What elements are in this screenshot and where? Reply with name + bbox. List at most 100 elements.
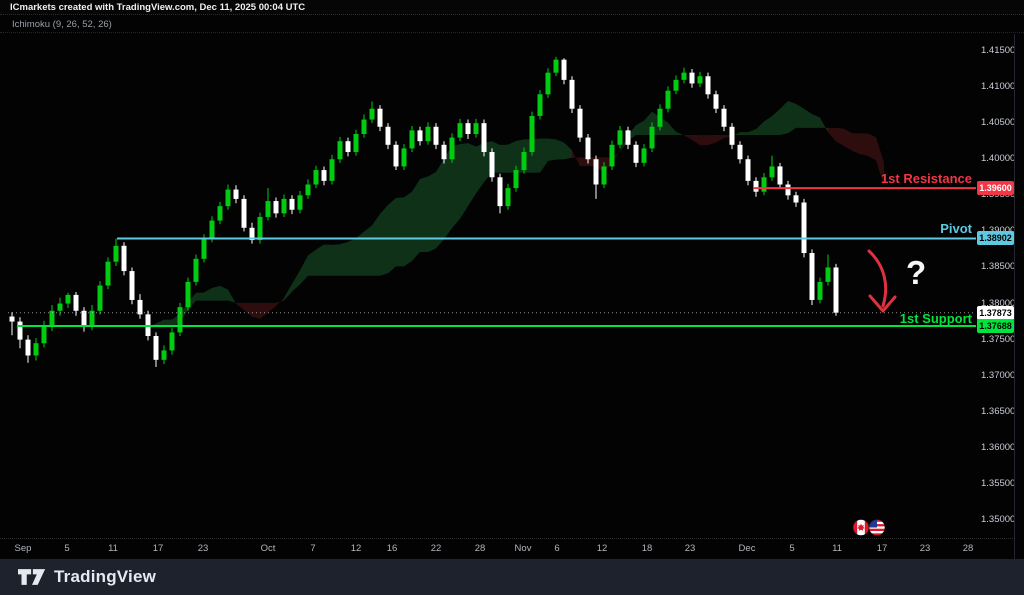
candle-body bbox=[618, 130, 623, 144]
chart-canvas[interactable] bbox=[0, 0, 1024, 595]
time-tick-label: 5 bbox=[778, 543, 806, 554]
cloud-segment bbox=[684, 135, 692, 140]
cloud-segment bbox=[220, 286, 228, 301]
candle-body bbox=[74, 295, 79, 311]
cloud-segment bbox=[244, 303, 252, 317]
candle-body bbox=[714, 94, 719, 108]
us-flag-icon bbox=[869, 520, 885, 536]
cloud-segment bbox=[564, 143, 572, 160]
candle-body bbox=[490, 152, 495, 177]
candle-body bbox=[106, 262, 111, 286]
time-tick-label: 7 bbox=[299, 543, 327, 554]
cloud-segment bbox=[788, 101, 796, 133]
candle-body bbox=[746, 159, 751, 181]
cloud-segment bbox=[268, 303, 276, 313]
candle-body bbox=[330, 159, 335, 181]
candle-body bbox=[226, 190, 231, 207]
cloud-segment bbox=[276, 298, 284, 306]
indicator-label[interactable]: Ichimoku (9, 26, 52, 26) bbox=[12, 19, 112, 30]
time-tick-label: 16 bbox=[378, 543, 406, 554]
cloud-segment bbox=[572, 150, 580, 166]
question-mark-annotation: ? bbox=[906, 254, 926, 292]
candle-body bbox=[482, 123, 487, 152]
candle-body bbox=[170, 332, 175, 350]
candle-body bbox=[18, 322, 23, 340]
candle-body bbox=[418, 130, 423, 141]
candle-body bbox=[778, 166, 783, 184]
cloud-segment bbox=[124, 334, 132, 338]
time-tick-label: 6 bbox=[543, 543, 571, 554]
time-tick-label: 12 bbox=[342, 543, 370, 554]
candle-body bbox=[130, 271, 135, 300]
candle-body bbox=[394, 145, 399, 167]
candle-body bbox=[506, 188, 511, 206]
candle-body bbox=[34, 343, 39, 355]
candle-body bbox=[474, 123, 479, 134]
cloud-segment bbox=[780, 101, 788, 135]
time-tick-label: Oct bbox=[254, 543, 282, 554]
cloud-segment bbox=[764, 116, 772, 135]
candle-body bbox=[706, 76, 711, 94]
candle-body bbox=[138, 300, 143, 314]
cloud-segment bbox=[556, 139, 564, 159]
time-tick-label: Nov bbox=[509, 543, 537, 554]
cloud-segment bbox=[284, 284, 292, 301]
candle-body bbox=[514, 170, 519, 188]
cloud-segment bbox=[636, 121, 644, 135]
cloud-segment bbox=[332, 244, 340, 276]
cloud-segment bbox=[428, 172, 436, 252]
time-tick-label: 17 bbox=[868, 543, 896, 554]
time-tick-label: 23 bbox=[911, 543, 939, 554]
attribution-bar: ICmarkets created with TradingView.com, … bbox=[0, 0, 1024, 15]
candle-body bbox=[754, 181, 759, 192]
cloud-segment bbox=[252, 303, 260, 319]
cloud-segment bbox=[668, 123, 676, 135]
candle-body bbox=[290, 199, 295, 210]
candle-body bbox=[666, 91, 671, 109]
indicator-legend[interactable]: Ichimoku (9, 26, 52, 26) bbox=[0, 16, 1024, 33]
footer-bar: TradingView bbox=[0, 559, 1024, 595]
symbol-flags bbox=[851, 518, 887, 542]
cloud-segment bbox=[340, 242, 348, 276]
cloud-segment bbox=[420, 176, 428, 252]
candle-body bbox=[42, 327, 47, 344]
candle-body bbox=[594, 159, 599, 184]
price-tick-label: 1.36500 bbox=[981, 406, 1015, 418]
candle-body bbox=[178, 307, 183, 332]
candle-body bbox=[410, 130, 415, 148]
cloud-segment bbox=[844, 129, 852, 151]
price-tick-label: 1.35000 bbox=[981, 514, 1015, 526]
candle-body bbox=[682, 73, 687, 80]
cloud-segment bbox=[548, 138, 556, 161]
cloud-segment bbox=[436, 159, 444, 249]
cloud-segment bbox=[828, 128, 836, 142]
candle-body bbox=[634, 145, 639, 163]
axis-frame-line bbox=[1014, 34, 1015, 559]
cloud-segment bbox=[204, 288, 212, 301]
candle-body bbox=[386, 127, 391, 145]
candle-body bbox=[402, 148, 407, 166]
candle-body bbox=[698, 76, 703, 83]
support-label: 1st Support bbox=[900, 311, 972, 326]
candle-body bbox=[162, 350, 167, 359]
candle-body bbox=[258, 217, 263, 240]
chart-window: ICmarkets created with TradingView.com, … bbox=[0, 0, 1024, 595]
cloud-segment bbox=[740, 132, 748, 135]
time-tick-label: 23 bbox=[676, 543, 704, 554]
cloud-segment bbox=[300, 255, 308, 284]
candle-body bbox=[578, 109, 583, 138]
candle-body bbox=[154, 336, 159, 360]
cloud-segment bbox=[396, 197, 404, 266]
candle-body bbox=[562, 60, 567, 80]
cloud-segment bbox=[500, 145, 508, 173]
price-tick-label: 1.35500 bbox=[981, 478, 1015, 490]
candle-body bbox=[498, 177, 503, 206]
cloud-segment bbox=[820, 118, 828, 133]
tradingview-logo[interactable]: TradingView bbox=[18, 567, 156, 587]
time-tick-label: 28 bbox=[466, 543, 494, 554]
cloud-segment bbox=[260, 303, 268, 319]
candle-body bbox=[218, 206, 223, 220]
cloud-segment bbox=[292, 270, 300, 291]
candle-body bbox=[26, 340, 31, 356]
time-tick-label: 11 bbox=[99, 543, 127, 554]
